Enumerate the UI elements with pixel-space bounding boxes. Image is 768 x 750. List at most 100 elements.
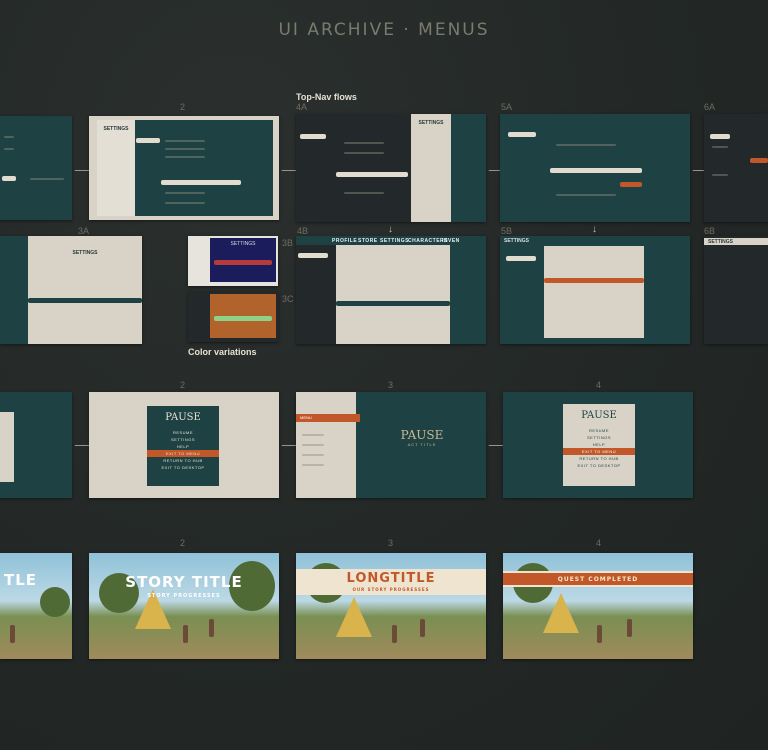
- quest-completed: QUEST COMPLETED: [557, 576, 639, 583]
- settings-content: [135, 120, 273, 216]
- settings-panel-6a-partial: [704, 114, 768, 222]
- row-highlight: [336, 301, 450, 306]
- menu-line: [165, 156, 205, 158]
- pause-menu: PAUSE RESUME SETTINGS HELP EXIT TO MENU …: [147, 406, 219, 486]
- panel-title: SETTINGS: [230, 241, 256, 247]
- pause-title: PAUSE: [165, 412, 201, 423]
- menu-line: [556, 194, 616, 196]
- tab-inventory[interactable]: INVEN: [442, 238, 460, 244]
- tab-profile[interactable]: PROFILE: [332, 238, 357, 244]
- character: [183, 625, 188, 643]
- story-panel-3: LONGTITLE OUR STORY PROGRESSES: [296, 553, 486, 659]
- menu-line: [165, 202, 205, 204]
- menu-line: [302, 444, 324, 446]
- sidebar-item: [712, 174, 728, 176]
- step-number: 5A: [501, 102, 513, 112]
- beige-strip: SETTINGS: [411, 114, 451, 222]
- menu-line: [302, 464, 324, 466]
- row-highlight: [550, 168, 642, 173]
- settings-panel-2: SETTINGS: [89, 116, 279, 220]
- title-banner: LONGTITLE OUR STORY PROGRESSES: [296, 569, 486, 595]
- character: [10, 625, 15, 643]
- menu-line: [344, 152, 384, 154]
- settings-panel-1-partial: [0, 116, 72, 220]
- color-variation-orange: [188, 292, 278, 342]
- step-number: 3: [388, 380, 394, 390]
- step-number: 6B: [704, 226, 716, 236]
- color-variation-navy: SETTINGS: [188, 236, 278, 286]
- tab-settings[interactable]: SETTINGS: [380, 238, 409, 244]
- step-number: 4A: [296, 102, 308, 112]
- menu-line: [344, 142, 384, 144]
- orange-highlight: [750, 158, 768, 163]
- menu-item-return-to-hub[interactable]: RETURN TO HUB: [563, 455, 635, 462]
- pause-panel-3: MENU PAUSE ACT TITLE: [296, 392, 486, 498]
- panel-title: SETTINGS: [418, 120, 444, 126]
- menu-item-help[interactable]: HELP: [563, 441, 635, 448]
- sidebar-highlight: [506, 256, 536, 261]
- character: [627, 619, 632, 637]
- pause-sidebar: MENU: [296, 392, 360, 498]
- settings-panel-4a: SETTINGS: [296, 114, 486, 222]
- step-number: 3C: [282, 294, 294, 304]
- settings-panel-3a: SETTINGS: [0, 236, 142, 344]
- menu-item-return-to-hub[interactable]: RETURN TO HUB: [147, 457, 219, 464]
- menu-line: [302, 454, 324, 456]
- pause-panel-2: PAUSE RESUME SETTINGS HELP EXIT TO MENU …: [89, 392, 279, 498]
- settings-list: [296, 114, 411, 222]
- quest-banner: QUEST COMPLETED: [503, 571, 693, 587]
- step-number: 2: [180, 538, 186, 548]
- menu-item-exit-to-menu[interactable]: EXIT TO MENU: [563, 448, 635, 455]
- longtitle: LONGTITLE: [346, 571, 436, 586]
- pause-title: PAUSE: [581, 410, 617, 421]
- step-number: 4B: [297, 226, 309, 236]
- story-title: STORY TITLE: [125, 573, 243, 591]
- down-arrow: ↓: [592, 224, 597, 235]
- menu-item-resume[interactable]: RESUME: [147, 429, 219, 436]
- tab-store[interactable]: STORE: [358, 238, 378, 244]
- sidebar: SETTINGS: [97, 120, 135, 216]
- row-highlight: [28, 298, 142, 303]
- menu-item-help[interactable]: HELP: [147, 443, 219, 450]
- pause-panel-4: PAUSE RESUME SETTINGS HELP EXIT TO MENU …: [503, 392, 693, 498]
- step-number: 3B: [282, 238, 294, 248]
- step-number: 2: [180, 102, 186, 112]
- menu-item-resume[interactable]: RESUME: [563, 427, 635, 434]
- color-variations-label: Color variations: [188, 347, 257, 357]
- tent: [543, 593, 579, 633]
- tent: [336, 597, 372, 637]
- settings-list: [544, 246, 644, 338]
- step-number: 4: [596, 380, 602, 390]
- settings-panel-5a: [500, 114, 690, 222]
- panel-title: SETTINGS: [708, 239, 734, 245]
- menu-item-exit-to-menu[interactable]: EXIT TO MENU: [147, 450, 219, 457]
- menu-line: [344, 192, 384, 194]
- menu-item-exit-to-desktop[interactable]: EXIT TO DESKTOP: [147, 464, 219, 471]
- story-title-partial: TLE: [4, 571, 38, 589]
- pause-menu: PAUSE RESUME SETTINGS HELP EXIT TO MENU …: [563, 404, 635, 486]
- step-number: 6A: [704, 102, 716, 112]
- row-highlight: [214, 316, 272, 321]
- sidebar-highlight: [2, 176, 16, 181]
- sidebar-highlight: [508, 132, 536, 137]
- sidebar-highlight: [300, 134, 326, 139]
- longtitle-subtitle: OUR STORY PROGRESSES: [352, 587, 430, 592]
- menu-item-exit-to-desktop[interactable]: EXIT TO DESKTOP: [563, 462, 635, 469]
- character: [597, 625, 602, 643]
- page-title: UI ARCHIVE · MENUS: [278, 20, 490, 40]
- panel-title: SETTINGS: [72, 250, 98, 256]
- menu-line: [165, 148, 205, 150]
- panel-title: SETTINGS: [504, 238, 530, 244]
- sidebar-item: [4, 148, 14, 150]
- sidebar-highlight: [710, 134, 730, 139]
- step-number: 3: [388, 538, 394, 548]
- menu-item-settings[interactable]: SETTINGS: [563, 434, 635, 441]
- story-subtitle: STORY PROGRESSES: [147, 593, 221, 599]
- row-highlight: [544, 278, 644, 283]
- menu-line: [556, 144, 616, 146]
- menu-item-settings[interactable]: SETTINGS: [147, 436, 219, 443]
- pause-title-emblem: PAUSE: [400, 428, 444, 442]
- sidebar-item: [4, 136, 14, 138]
- topnav-bar[interactable]: PROFILE STORE SETTINGS CHARACTERS INVEN: [296, 236, 486, 245]
- down-arrow: ↓: [388, 224, 393, 235]
